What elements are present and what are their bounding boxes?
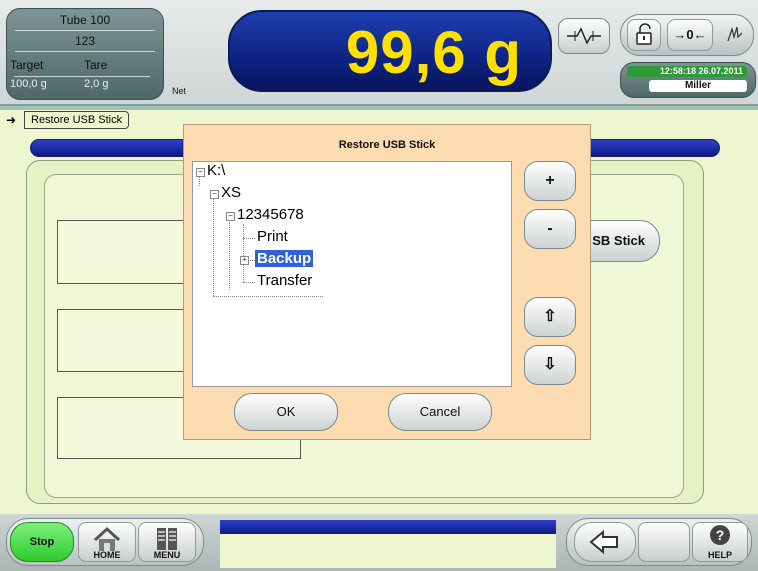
zero-icon: →0← [673,27,707,42]
unlock-button[interactable] [627,19,661,51]
stop-button[interactable]: Stop [10,522,74,562]
back-button[interactable] [574,522,636,562]
menu-label: MENU [153,550,181,560]
tree-line [243,238,255,239]
move-up-button[interactable]: ⇧ [524,297,576,337]
user-name: Miller [649,80,747,92]
menu-icon [157,528,177,550]
tree-line [199,176,200,186]
target-value: 100,0 g [10,78,47,90]
tree-node-transfer[interactable]: Transfer [257,272,312,289]
product-name: Tube 100 [59,13,111,27]
tree-node-12345678[interactable]: 12345678 [237,206,304,223]
collapse-icon[interactable]: − [196,168,205,177]
empty-function-button[interactable] [638,522,690,562]
home-button[interactable]: HOME [78,522,136,562]
ok-button[interactable]: OK [234,393,338,431]
dialog-title: Restore USB Stick [338,139,436,151]
main-top-border [0,106,758,110]
tare-value: 2,0 g [84,78,109,90]
tree-node-drive[interactable]: K:\ [207,162,225,179]
expand-icon[interactable]: + [240,256,249,265]
collapse-icon[interactable]: − [226,212,235,221]
scale-level-button[interactable] [558,18,610,54]
scale-level-icon [567,27,601,45]
divider [15,51,155,52]
weight-value: 99,6 g [345,19,522,86]
divider [15,30,155,31]
weight-display: 99,6 g [228,10,552,92]
help-label: HELP [707,550,732,560]
expand-button[interactable]: + [524,161,576,201]
tree-node-backup[interactable]: Backup [255,250,314,267]
status-panel: 12:58:18 26.07.2011 Miller [620,62,756,98]
breadcrumb: Restore USB Stick [24,111,130,129]
collapse-button[interactable]: - [524,209,576,249]
tree-node-xs[interactable]: XS [221,184,241,201]
home-icon [93,526,121,551]
home-label: HOME [93,550,121,560]
tare-label: Tare [84,58,108,72]
tree-line [243,282,255,283]
tree-node-print[interactable]: Print [257,228,288,245]
zero-button[interactable]: →0← [667,19,713,51]
tare-hand-icon [727,26,743,42]
unlock-icon [636,23,652,45]
help-icon: ? [710,525,730,545]
breadcrumb-arrow-icon: ➜ [6,113,17,127]
tree-line [213,198,214,296]
tree-line [243,224,244,282]
menu-button[interactable]: MENU [138,522,196,562]
move-down-button[interactable]: ⇩ [524,345,576,385]
arrow-up-icon: ⇧ [543,308,557,325]
restore-usb-dialog: Restore USB Stick − K:\ − XS − 12345678 … [183,124,591,440]
tree-line [229,222,230,290]
collapse-icon[interactable]: − [210,190,219,199]
datetime: 12:58:18 26.07.2011 [627,66,747,77]
help-button[interactable]: ? HELP [692,522,748,562]
product-id: 123 [74,34,96,48]
arrow-down-icon: ⇩ [543,356,557,373]
folder-tree[interactable]: − K:\ − XS − 12345678 Print + Backup Tra… [192,161,512,387]
cancel-button[interactable]: Cancel [388,393,492,431]
function-key-bar: →0← [620,14,754,56]
tree-line [213,296,323,297]
tare-button[interactable] [719,19,749,51]
target-label: Target [10,58,44,72]
message-bar [220,520,556,534]
message-area [220,534,556,568]
back-arrow-icon [589,529,618,555]
net-label: Net [172,86,187,96]
divider [14,76,150,77]
